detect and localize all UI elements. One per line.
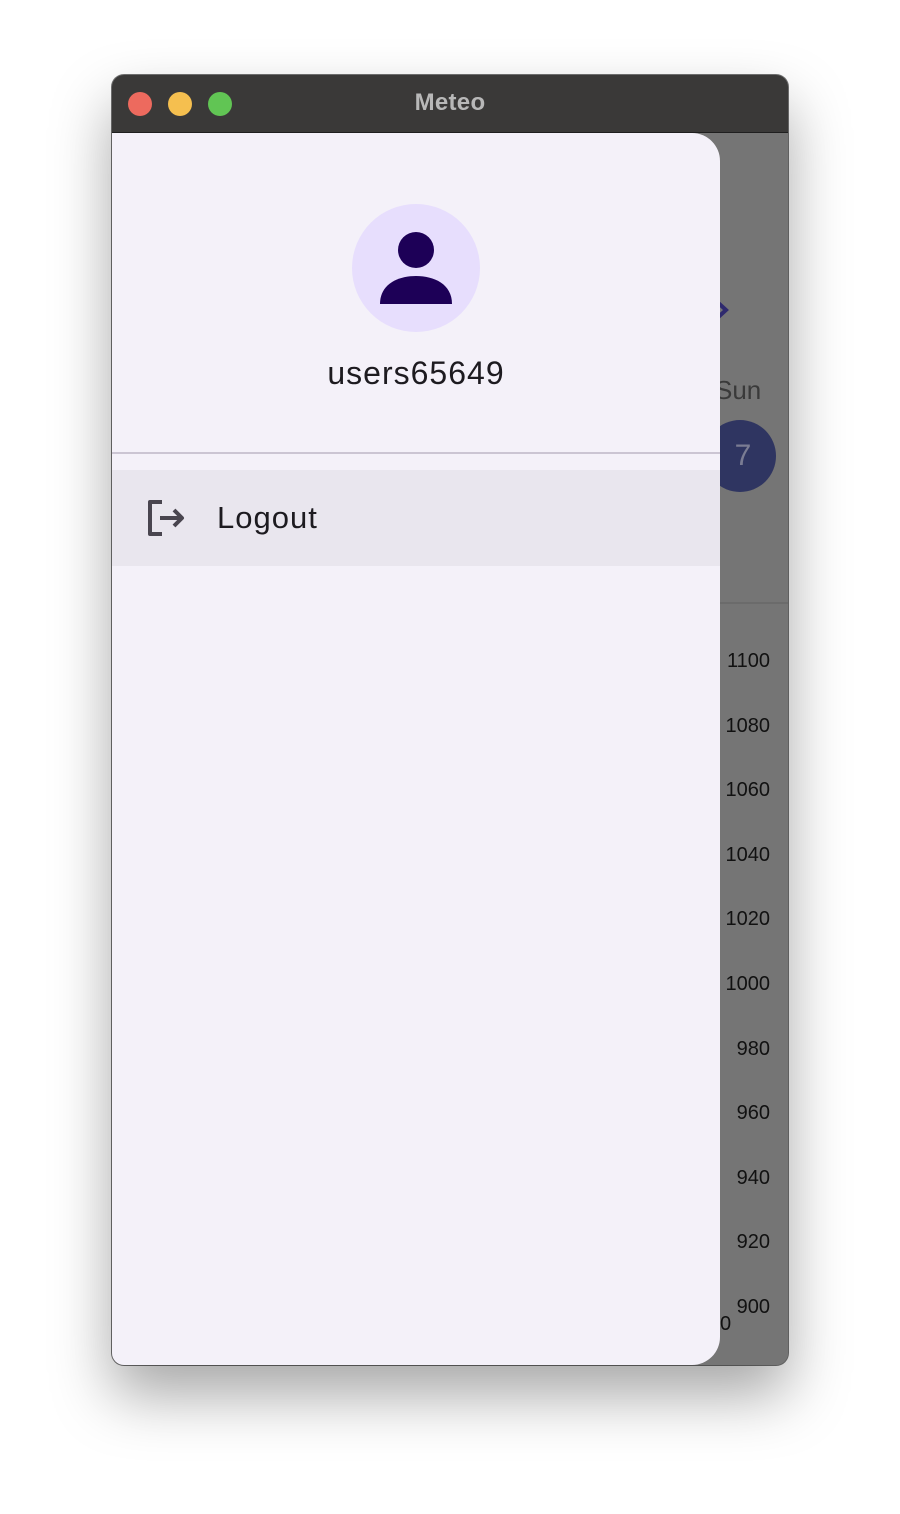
axis-tick: 1000 — [725, 973, 771, 995]
main-content: Sun 7 1100 1080 1060 1040 1020 1000 980 … — [112, 133, 788, 1365]
axis-tick: 1020 — [725, 908, 771, 930]
day-label: Sun — [715, 375, 762, 405]
axis-tick: 940 — [736, 1167, 770, 1189]
axis-origin-label: 0 — [720, 1313, 732, 1335]
avatar — [352, 204, 480, 332]
axis-tick: 960 — [736, 1102, 770, 1124]
person-icon — [380, 232, 452, 304]
logout-menu-item[interactable]: Logout — [112, 470, 720, 566]
drawer-divider — [112, 452, 720, 454]
axis-tick: 1080 — [725, 715, 771, 737]
axis-tick: 1040 — [725, 844, 771, 866]
window-title: Meteo — [414, 89, 486, 116]
axis-tick: 920 — [736, 1231, 770, 1253]
axis-tick: 900 — [736, 1296, 770, 1318]
title-bar[interactable]: Meteo — [112, 75, 788, 133]
axis-tick: 1060 — [725, 779, 771, 801]
navigation-drawer: users65649 Logout — [112, 133, 720, 1365]
content-divider — [720, 602, 788, 604]
logout-icon — [148, 500, 184, 536]
axis-tick: 1100 — [726, 650, 770, 672]
username: users65649 — [327, 355, 505, 391]
logout-label: Logout — [217, 500, 318, 535]
app-window: Meteo Sun 7 1100 1080 1060 1040 1020 100… — [112, 75, 788, 1365]
axis-tick: 980 — [736, 1038, 770, 1060]
